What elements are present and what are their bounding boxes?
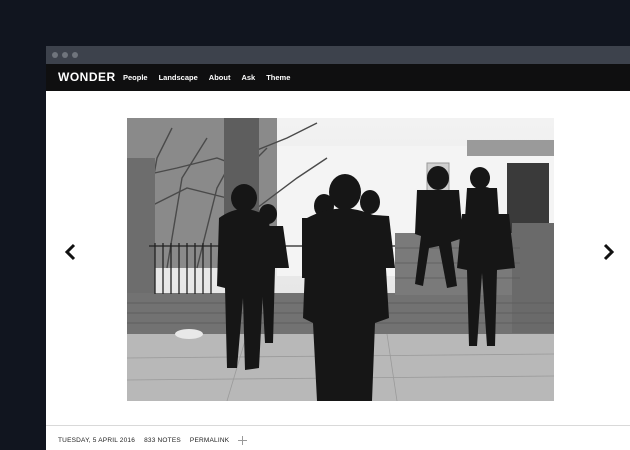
window-close-dot[interactable] xyxy=(52,52,58,58)
post-divider xyxy=(46,425,630,426)
nav-item-theme[interactable]: Theme xyxy=(266,73,290,82)
window-minimize-dot[interactable] xyxy=(62,52,68,58)
site-title[interactable]: WONDER xyxy=(58,70,116,84)
post-date[interactable]: TUESDAY, 5 APRIL 2016 xyxy=(58,437,135,444)
post-notes[interactable]: 833 NOTES xyxy=(144,437,181,444)
post-photo[interactable] xyxy=(127,118,554,401)
nav-menu: People Landscape About Ask Theme xyxy=(123,73,290,82)
chevron-right-icon[interactable] xyxy=(601,243,615,261)
post-permalink[interactable]: PERMALINK xyxy=(190,437,229,444)
nav-item-people[interactable]: People xyxy=(123,73,148,82)
nav-item-ask[interactable]: Ask xyxy=(241,73,255,82)
post-meta: TUESDAY, 5 APRIL 2016 833 NOTES PERMALIN… xyxy=(58,436,248,445)
plus-icon[interactable] xyxy=(238,436,248,445)
window-maximize-dot[interactable] xyxy=(72,52,78,58)
chevron-left-icon[interactable] xyxy=(64,243,78,261)
site-navbar: WONDER People Landscape About Ask Theme xyxy=(46,64,630,91)
nav-item-about[interactable]: About xyxy=(209,73,231,82)
nav-item-landscape[interactable]: Landscape xyxy=(159,73,198,82)
browser-window: WONDER People Landscape About Ask Theme xyxy=(46,46,630,450)
window-titlebar xyxy=(46,46,630,64)
